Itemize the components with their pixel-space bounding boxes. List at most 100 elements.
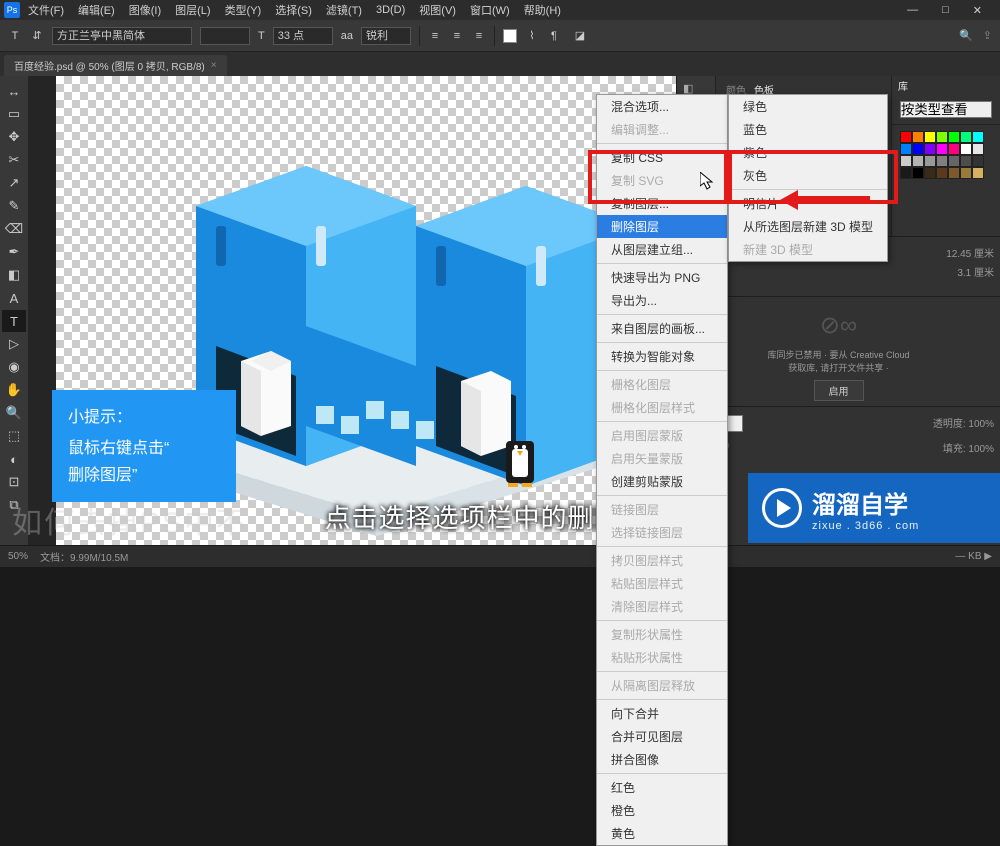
color-swatch[interactable] <box>960 155 972 167</box>
window-max-icon[interactable]: □ <box>936 2 955 19</box>
menu-edit[interactable]: 编辑(E) <box>72 0 121 20</box>
orientation-icon[interactable]: ⇵ <box>30 29 44 43</box>
crop-tool[interactable]: ✂ <box>2 149 26 171</box>
color-swatch[interactable] <box>960 167 972 179</box>
move-tool[interactable]: ↔ <box>2 80 26 102</box>
ctx-item[interactable]: 合并可见图层 <box>597 725 727 748</box>
ctx-item[interactable]: 拼合图像 <box>597 748 727 771</box>
menu-select[interactable]: 选择(S) <box>269 0 318 20</box>
ctx-item[interactable]: 快速导出为 PNG <box>597 266 727 289</box>
ctx-item[interactable]: 转换为智能对象 <box>597 345 727 368</box>
color-swatch[interactable] <box>924 167 936 179</box>
library-search-select[interactable]: 按类型查看 <box>900 101 992 118</box>
ctx-item[interactable]: 灰色 <box>729 164 887 187</box>
ctx-item[interactable]: 从图层建立组... <box>597 238 727 261</box>
enable-button[interactable]: 启用 <box>814 380 864 401</box>
text-color-swatch[interactable] <box>503 29 517 43</box>
ctx-item[interactable]: 红色 <box>597 776 727 799</box>
menu-3d[interactable]: 3D(D) <box>370 2 411 18</box>
ctx-item[interactable]: 紫色 <box>729 141 887 164</box>
edit-toolbar[interactable]: ⬚ <box>2 425 26 447</box>
menu-file[interactable]: 文件(F) <box>22 0 70 20</box>
warp-text-icon[interactable]: ⌇ <box>525 29 539 43</box>
color-swatch[interactable] <box>936 155 948 167</box>
color-swatch[interactable] <box>900 167 912 179</box>
menu-image[interactable]: 图像(I) <box>123 0 167 20</box>
color-swatch[interactable] <box>972 155 984 167</box>
gradient-tool[interactable]: ◧ <box>2 264 26 286</box>
menu-window[interactable]: 窗口(W) <box>464 0 516 20</box>
ctx-item[interactable]: 导出为... <box>597 289 727 312</box>
ctx-item[interactable]: 来自图层的画板... <box>597 317 727 340</box>
ctx-item[interactable]: 向下合并 <box>597 702 727 725</box>
ctx-item[interactable]: 从所选图层新建 3D 模型 <box>729 215 887 238</box>
color-swatch[interactable] <box>936 167 948 179</box>
color-swatch[interactable] <box>972 167 984 179</box>
window-close-icon[interactable]: ✕ <box>967 2 988 19</box>
ctx-item[interactable]: 删除图层 <box>597 215 727 238</box>
ctx-item[interactable]: 绿色 <box>729 95 887 118</box>
font-style-select[interactable] <box>200 27 250 45</box>
ctx-item[interactable]: 混合选项... <box>597 95 727 118</box>
color-swatch[interactable] <box>924 143 936 155</box>
shape-tool[interactable]: ◉ <box>2 356 26 378</box>
pen-tool[interactable]: ✒ <box>2 241 26 263</box>
share-icon[interactable]: ⇪ <box>983 29 992 42</box>
color-swatch[interactable] <box>972 131 984 143</box>
color-swatch[interactable] <box>924 131 936 143</box>
ctx-item[interactable]: 黄色 <box>597 822 727 845</box>
color-swatch[interactable] <box>948 131 960 143</box>
font-size-select[interactable]: 33 点 <box>273 27 333 45</box>
ctx-item[interactable]: 橙色 <box>597 799 727 822</box>
color-swatch[interactable] <box>960 131 972 143</box>
char-panel-icon[interactable]: ¶ <box>547 29 561 43</box>
hand-tool[interactable]: ✋ <box>2 379 26 401</box>
align-right-icon[interactable]: ≡ <box>472 29 486 43</box>
document-tab[interactable]: 百度经验.psd @ 50% (图层 0 拷贝, RGB/8) × <box>4 55 227 76</box>
clone-tool[interactable]: A <box>2 287 26 309</box>
antialias-select[interactable]: 锐利 <box>361 27 411 45</box>
type-tool[interactable]: T <box>2 310 26 332</box>
quickmask-icon[interactable]: ⊡ <box>2 471 26 493</box>
tab-close-icon[interactable]: × <box>211 60 217 71</box>
fg-bg-swatch[interactable]: ◐ <box>2 448 26 470</box>
align-left-icon[interactable]: ≡ <box>428 29 442 43</box>
color-swatch[interactable] <box>948 143 960 155</box>
library-swatches[interactable] <box>900 131 992 179</box>
layer-context-submenu[interactable]: 绿色蓝色紫色灰色明信片从所选图层新建 3D 模型新建 3D 模型 <box>728 94 888 262</box>
color-swatch[interactable] <box>948 155 960 167</box>
color-swatch[interactable] <box>900 143 912 155</box>
color-swatch[interactable] <box>936 143 948 155</box>
ctx-item[interactable]: 创建剪贴蒙版 <box>597 470 727 493</box>
lasso-tool[interactable]: ✥ <box>2 126 26 148</box>
window-min-icon[interactable]: — <box>901 2 924 19</box>
ctx-item[interactable]: 蓝色 <box>729 118 887 141</box>
eyedropper-tool[interactable]: ↗ <box>2 172 26 194</box>
zoom-tool[interactable]: 🔍 <box>2 402 26 424</box>
path-tool[interactable]: ▷ <box>2 333 26 355</box>
color-swatch[interactable] <box>948 167 960 179</box>
opacity-value[interactable]: 100% <box>968 419 994 430</box>
ctx-item[interactable]: 复制 CSS <box>597 146 727 169</box>
menu-help[interactable]: 帮助(H) <box>518 0 567 20</box>
search-icon[interactable]: 🔍 <box>959 29 973 42</box>
font-family-select[interactable]: 方正兰亭中黑简体 <box>52 27 192 45</box>
3d-icon[interactable]: ◪ <box>573 29 587 43</box>
brush-tool[interactable]: ✎ <box>2 195 26 217</box>
marquee-tool[interactable]: ▭ <box>2 103 26 125</box>
menu-type[interactable]: 类型(Y) <box>219 0 268 20</box>
color-swatch[interactable] <box>900 155 912 167</box>
color-swatch[interactable] <box>960 143 972 155</box>
ctx-item[interactable]: 复制图层... <box>597 192 727 215</box>
zoom-value[interactable]: 50% <box>8 551 28 562</box>
eraser-tool[interactable]: ⌫ <box>2 218 26 240</box>
color-swatch[interactable] <box>912 155 924 167</box>
menu-filter[interactable]: 滤镜(T) <box>320 0 368 20</box>
color-swatch[interactable] <box>912 143 924 155</box>
color-swatch[interactable] <box>972 143 984 155</box>
tab-libraries[interactable]: 库 <box>898 78 908 93</box>
color-swatch[interactable] <box>936 131 948 143</box>
menu-layer[interactable]: 图层(L) <box>169 0 216 20</box>
fill-value[interactable]: 100% <box>968 444 994 455</box>
menu-view[interactable]: 视图(V) <box>413 0 462 20</box>
